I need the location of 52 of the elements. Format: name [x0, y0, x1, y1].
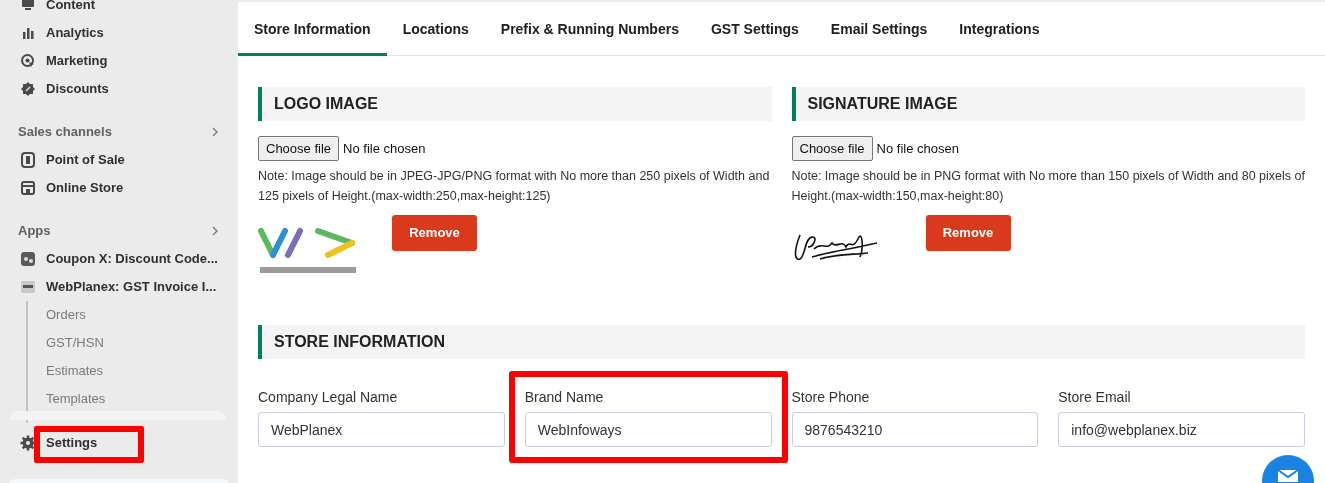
section-header: SIGNATURE IMAGE	[791, 87, 1305, 121]
nav-subitem[interactable]: Estimates	[46, 361, 104, 381]
tab[interactable]: Store Information	[238, 2, 387, 56]
field-label: Brand Name	[524, 388, 605, 407]
nav-subitem[interactable]: Orders	[46, 305, 86, 325]
bar-chart-icon	[20, 25, 36, 41]
nav-subitem[interactable]: Templates	[46, 389, 106, 409]
choose-file-button[interactable]: Choose file	[258, 136, 340, 161]
section-header: LOGO IMAGE	[258, 87, 772, 121]
tab[interactable]: Email Settings	[814, 2, 944, 56]
field-label: Company Legal Name	[258, 388, 399, 407]
file-status: No file chosen	[876, 139, 959, 158]
nav-item[interactable]: Discounts	[46, 79, 109, 99]
text-input[interactable]: 9876543210	[791, 412, 1039, 447]
app-icon	[20, 279, 36, 295]
remove-button[interactable]: Remove	[392, 215, 477, 251]
file-status: No file chosen	[343, 139, 426, 158]
tab[interactable]: Locations	[386, 2, 485, 56]
nav-item[interactable]: Marketing	[46, 51, 108, 71]
tab[interactable]: Prefix & Running Numbers	[484, 2, 695, 56]
percent-badge-icon	[20, 81, 36, 97]
nav-subitem[interactable]: GST/HSN	[46, 333, 104, 353]
section-heading: Sales channels	[18, 123, 112, 142]
tab[interactable]: GST Settings	[694, 2, 815, 56]
text-input[interactable]: WebInfoways	[524, 412, 772, 447]
choose-file-button[interactable]: Choose file	[791, 136, 873, 161]
chevron-right-icon[interactable]	[212, 127, 218, 137]
storefront-icon	[20, 180, 36, 196]
settings-icon	[20, 434, 36, 451]
phone-icon	[20, 152, 36, 168]
nav-item[interactable]: Online Store	[46, 178, 124, 198]
app-icon	[20, 251, 36, 267]
section-header: STORE INFORMATION	[258, 325, 1305, 359]
section-heading: Apps	[18, 222, 51, 241]
field-label: Store Phone	[791, 388, 871, 407]
nav-item[interactable]: Point of Sale	[46, 150, 125, 170]
text-input[interactable]: info@webplanex.biz	[1058, 412, 1305, 447]
nav-item[interactable]: Analytics	[46, 23, 104, 43]
nav-item[interactable]: Coupon X: Discount Code...	[46, 249, 218, 269]
tab[interactable]: Integrations	[943, 2, 1056, 56]
text-input[interactable]: WebPlanex	[258, 412, 505, 447]
note-text: Note: Image should be in JPEG-JPG/PNG format with No more than 250 pixels of Width and 125 pixels of Height.(max-width:250,max-height:125)	[258, 168, 771, 205]
nav-item[interactable]: Content	[46, 0, 96, 15]
monitor-icon	[20, 0, 36, 13]
remove-button[interactable]: Remove	[925, 215, 1011, 251]
note-text: Note: Image should be in PNG format with No more than 150 pixels of Width and 80 pixels of Height.(max-width:150,max-height:80)	[791, 168, 1305, 205]
field-label: Store Email	[1058, 388, 1132, 407]
target-icon	[20, 53, 36, 69]
mail-icon	[1277, 469, 1299, 483]
nav-item[interactable]: Settings	[46, 433, 126, 453]
chevron-right-icon[interactable]	[212, 226, 218, 236]
nav-item[interactable]: WebPlanex: GST Invoice I...	[46, 277, 217, 297]
